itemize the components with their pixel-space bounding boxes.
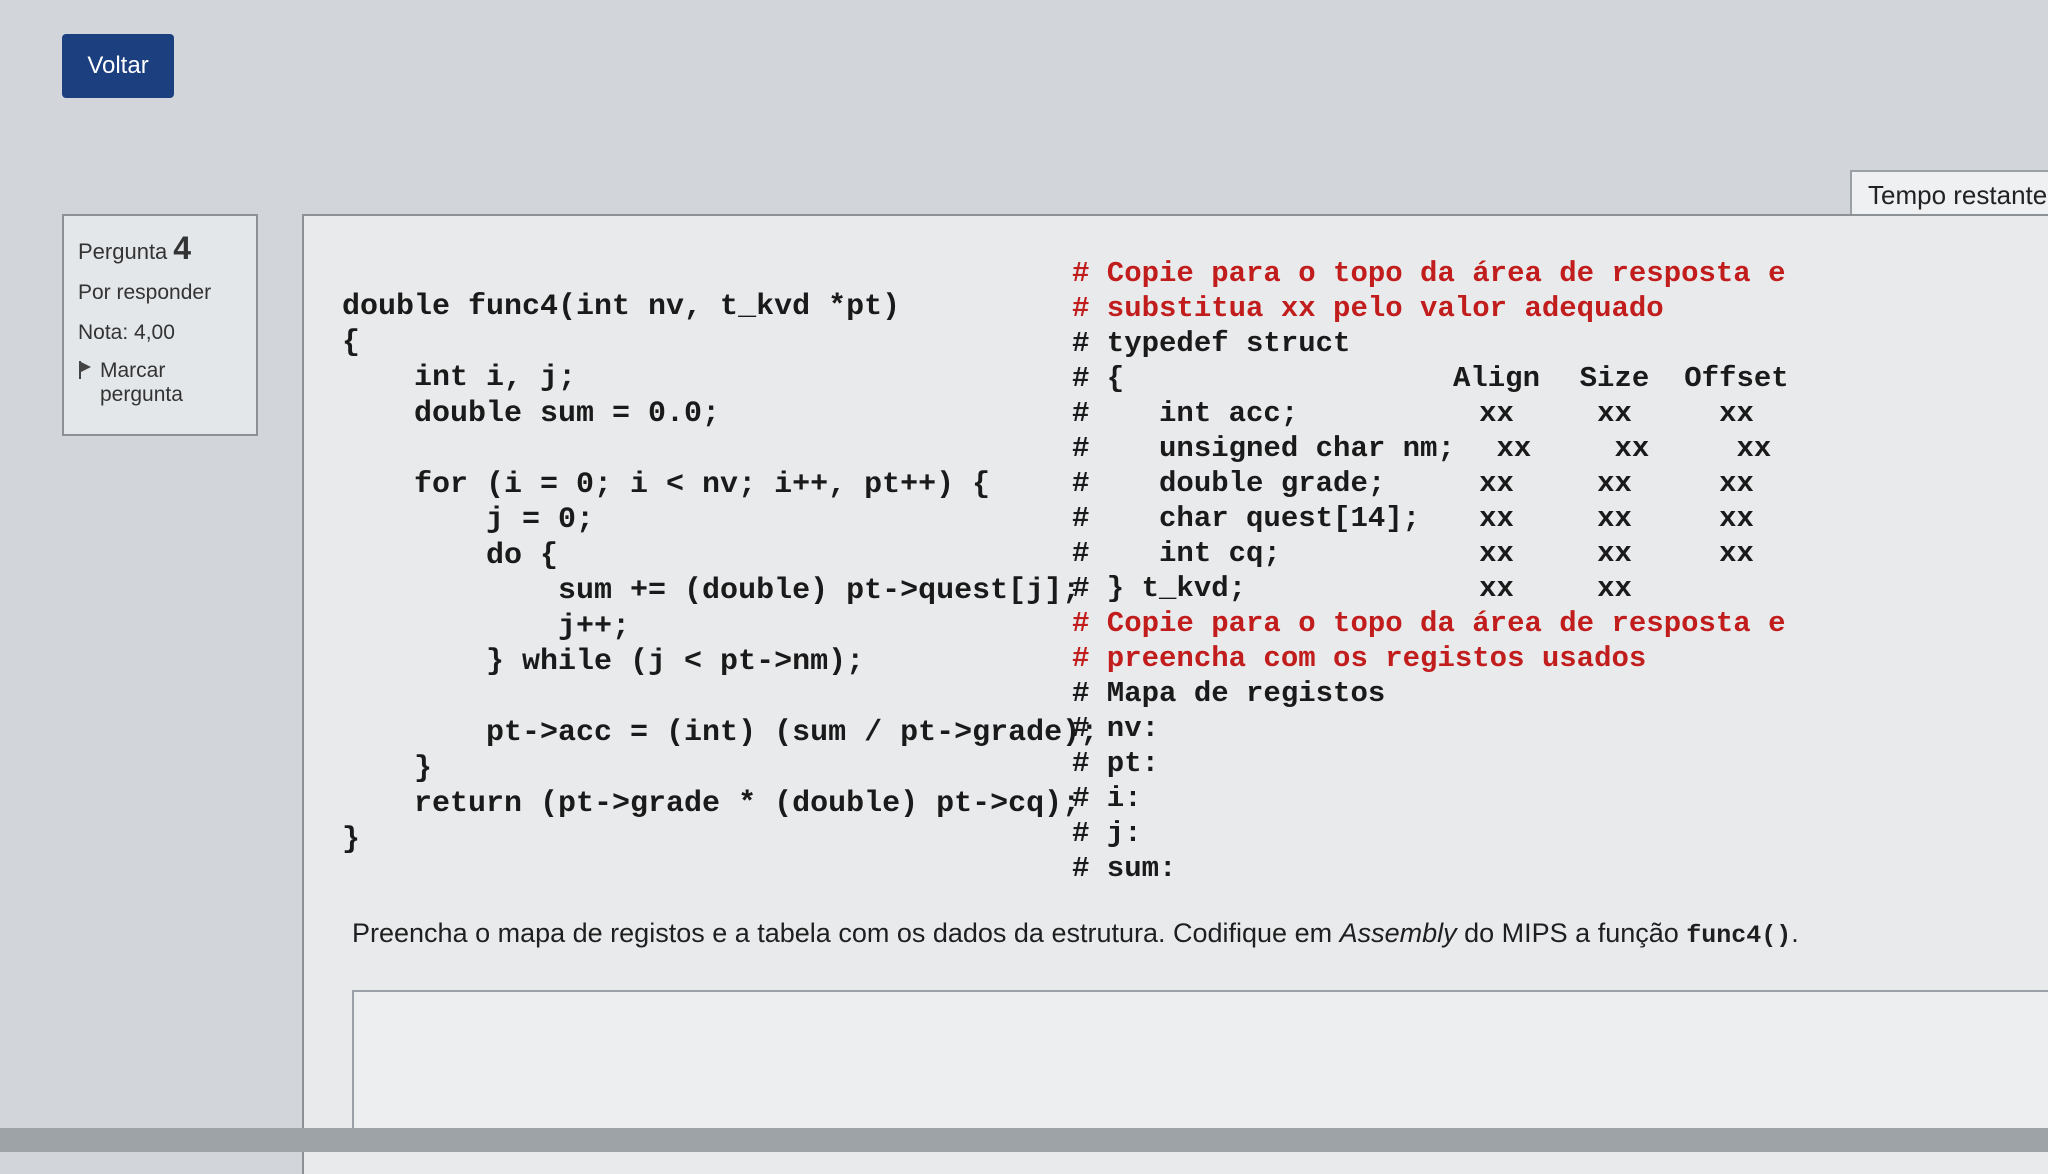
code-line: j++; bbox=[342, 609, 631, 644]
field-align: xx bbox=[1479, 397, 1514, 430]
field-declaration: double grade; bbox=[1159, 467, 1438, 500]
question-status: Por responder bbox=[78, 281, 212, 304]
instruction-comment-line: # substitua xx pelo valor adequado bbox=[1072, 292, 1664, 325]
field-offset: xx bbox=[1736, 432, 1772, 465]
question-grade: Nota: 4,00 bbox=[78, 321, 175, 344]
register-map-title: # Mapa de registos bbox=[1072, 677, 1386, 710]
register-map-entry: # nv: bbox=[1072, 712, 1160, 745]
code-line: for (i = 0; i < nv; i++, pt++) { bbox=[342, 467, 991, 502]
struct-closing-row: # } t_kvd; xx xx bbox=[1072, 572, 1673, 605]
brace-open: # { bbox=[1072, 362, 1438, 395]
instruction-comment-line: # preencha com os registos usados bbox=[1072, 642, 1647, 675]
field-declaration: int acc; bbox=[1159, 397, 1438, 430]
code-line: int i, j; bbox=[342, 361, 577, 395]
question-instruction: Preencha o mapa de registos e a tabela c… bbox=[352, 918, 1799, 950]
code-line: return (pt->grade * (double) pt->cq); bbox=[342, 787, 1081, 821]
struct-field-row: # double grade; xx xx xx bbox=[1072, 467, 1799, 500]
field-size: xx bbox=[1597, 467, 1632, 500]
question-number-value: 4 bbox=[173, 230, 192, 266]
struct-align: xx bbox=[1479, 572, 1514, 605]
instruction-function-name: func4() bbox=[1686, 921, 1792, 950]
register-map-entry: # i: bbox=[1072, 782, 1142, 815]
field-offset: xx bbox=[1719, 397, 1754, 430]
register-map-entry: # sum: bbox=[1072, 852, 1177, 885]
code-line: } bbox=[342, 822, 361, 857]
instruction-comment-line: # Copie para o topo da área de resposta … bbox=[1072, 257, 1786, 290]
field-size: xx bbox=[1597, 537, 1632, 570]
code-line: double sum = 0.0; bbox=[342, 396, 721, 431]
bottom-bar bbox=[0, 1128, 2048, 1152]
field-align: xx bbox=[1479, 502, 1514, 535]
field-declaration: char quest[14]; bbox=[1159, 502, 1438, 535]
register-map-entry: # j: bbox=[1072, 817, 1142, 850]
time-remaining-label: Tempo restante bbox=[1868, 179, 2048, 210]
struct-field-row: # char quest[14]; xx xx xx bbox=[1072, 502, 1799, 535]
field-declaration: unsigned char nm; bbox=[1159, 432, 1455, 465]
size-header: Size bbox=[1579, 362, 1650, 395]
instruction-text-1: Preencha o mapa de registos e a tabela c… bbox=[352, 918, 1340, 948]
field-declaration: int cq; bbox=[1159, 537, 1438, 570]
struct-closing: # } t_kvd; bbox=[1072, 572, 1438, 605]
flag-label-line2: pergunta bbox=[100, 383, 183, 406]
field-size: xx bbox=[1614, 432, 1650, 465]
code-line: j = 0; bbox=[342, 503, 595, 537]
question-number: Pergunta 4 bbox=[78, 230, 242, 267]
field-align: xx bbox=[1496, 432, 1532, 465]
field-offset: xx bbox=[1719, 467, 1754, 500]
field-align: xx bbox=[1479, 467, 1514, 500]
field-align: xx bbox=[1479, 537, 1514, 570]
code-line: { bbox=[342, 325, 361, 360]
field-size: xx bbox=[1597, 397, 1632, 430]
code-line: } bbox=[342, 751, 433, 786]
struct-field-row: # int cq; xx xx xx bbox=[1072, 537, 1799, 570]
offset-header: Offset bbox=[1684, 362, 1789, 395]
field-size: xx bbox=[1597, 502, 1632, 535]
time-remaining-box: Tempo restante bbox=[1850, 170, 2048, 220]
typedef-line: # typedef struct bbox=[1072, 327, 1351, 360]
instruction-assembly: Assembly bbox=[1339, 918, 1457, 948]
code-line: sum += (double) pt->quest[j]; bbox=[342, 574, 1081, 608]
struct-size: xx bbox=[1597, 572, 1632, 605]
field-offset: xx bbox=[1719, 537, 1754, 570]
flag-question-button[interactable]: Marcar pergunta bbox=[78, 359, 242, 407]
code-line: double func4(int nv, t_kvd *pt) bbox=[342, 290, 901, 324]
code-line: do { bbox=[342, 538, 559, 573]
question-prefix: Pergunta bbox=[78, 239, 168, 264]
quiz-page: Voltar Tempo restante Pergunta 4 Por res… bbox=[0, 0, 2048, 1174]
c-code-block: double func4(int nv, t_kvd *pt) { int i,… bbox=[342, 290, 1098, 858]
field-offset: xx bbox=[1719, 502, 1754, 535]
align-header: Align bbox=[1452, 362, 1540, 395]
answer-editor[interactable] bbox=[352, 990, 2048, 1130]
struct-field-row: # unsigned char nm; xx xx xx bbox=[1072, 432, 1817, 465]
struct-field-row: # int acc; xx xx xx bbox=[1072, 397, 1799, 430]
instruction-text-3: . bbox=[1791, 918, 1799, 948]
struct-comment-block: # Copie para o topo da área de resposta … bbox=[1072, 256, 1817, 886]
flag-icon bbox=[78, 361, 94, 379]
instruction-text-2: do MIPS a função bbox=[1456, 918, 1687, 948]
instruction-comment-line: # Copie para o topo da área de resposta … bbox=[1072, 607, 1786, 640]
code-line: } while (j < pt->nm); bbox=[342, 645, 865, 679]
back-button[interactable]: Voltar bbox=[62, 34, 174, 98]
struct-header-row: # { Align Size Offset bbox=[1072, 362, 1799, 395]
question-info-panel: Pergunta 4 Por responder Nota: 4,00 Marc… bbox=[62, 214, 258, 436]
code-line: pt->acc = (int) (sum / pt->grade); bbox=[342, 716, 1099, 750]
flag-label-line1: Marcar bbox=[100, 359, 166, 382]
register-map-entry: # pt: bbox=[1072, 747, 1160, 780]
